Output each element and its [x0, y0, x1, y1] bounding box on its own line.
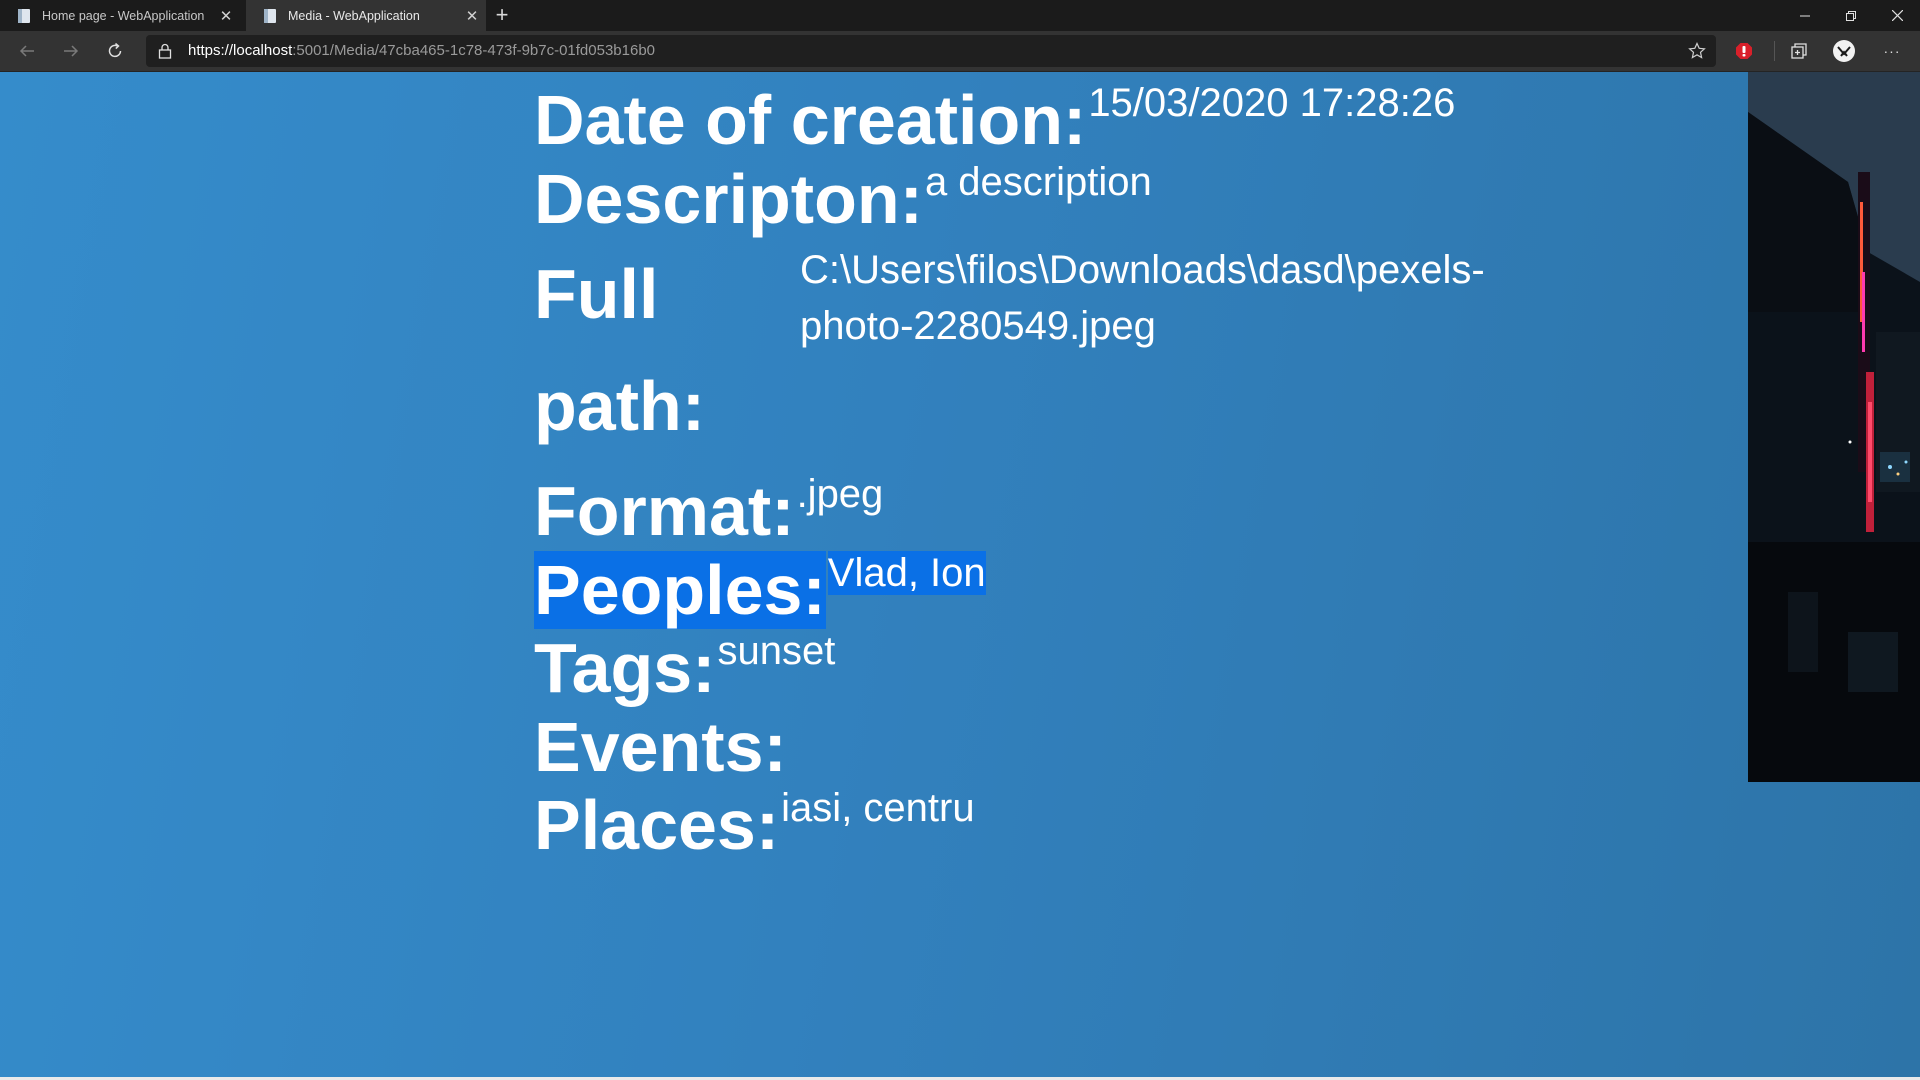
full-path-value: C:\Users\filos\Downloads\dasd\pexels-pho…: [800, 248, 1485, 348]
refresh-icon: [108, 42, 122, 58]
events-row: Events:: [534, 708, 789, 786]
format-label: Format:: [534, 472, 795, 550]
date-row: Date of creation:15/03/2020 17:28:26: [534, 81, 1455, 159]
star-icon[interactable]: [1688, 42, 1706, 60]
restore-icon[interactable]: [1828, 0, 1874, 31]
browser-toolbar: https://localhost:5001/Media/47cba465-1c…: [0, 31, 1920, 72]
media-image: [1748, 72, 1920, 782]
peoples-value: Vlad, Ion: [827, 551, 986, 595]
peoples-label: Peoples:: [534, 551, 826, 629]
tab-strip: Home page - WebApplication ✕ Media - Web…: [0, 0, 1920, 31]
tab-media[interactable]: Media - WebApplication ✕: [246, 0, 486, 31]
close-window-icon[interactable]: [1874, 0, 1920, 31]
minimize-icon[interactable]: [1782, 0, 1828, 31]
url-text[interactable]: https://localhost:5001/Media/47cba465-1c…: [188, 35, 655, 67]
events-label: Events:: [534, 708, 787, 786]
back-button[interactable]: [12, 36, 42, 66]
tags-value: sunset: [717, 629, 836, 673]
more-icon[interactable]: ···: [1880, 39, 1904, 63]
url-scheme: https://: [188, 42, 234, 59]
page-icon: [18, 8, 30, 23]
arrow-left-icon: [19, 45, 34, 57]
format-row: Format:.jpeg: [534, 472, 883, 550]
tags-row: Tags:sunset: [534, 629, 835, 707]
media-details-page: Date of creation:15/03/2020 17:28:26 Des…: [0, 72, 1920, 1080]
url-host: localhost: [233, 42, 293, 59]
collections-icon[interactable]: [1787, 39, 1811, 63]
url-path: :5001/Media/47cba465-1c78-473f-9b7c-01fd…: [292, 42, 656, 59]
close-tab-icon[interactable]: ✕: [458, 7, 486, 25]
tags-label: Tags:: [534, 629, 716, 707]
description-label: Descripton:: [534, 160, 923, 238]
places-row: Places:iasi, centru: [534, 786, 975, 864]
tab-title: Media - WebApplication: [288, 8, 420, 23]
format-value: .jpeg: [796, 472, 884, 516]
description-row: Descripton:a description: [534, 160, 1152, 238]
page-icon: [264, 8, 276, 23]
places-value: iasi, centru: [781, 786, 975, 830]
refresh-button[interactable]: [100, 36, 130, 66]
address-bar[interactable]: https://localhost:5001/Media/47cba465-1c…: [146, 35, 1716, 67]
new-tab-button[interactable]: +: [490, 0, 514, 31]
close-tab-icon[interactable]: ✕: [212, 7, 240, 25]
full-path-label: Full path:: [534, 255, 706, 445]
tab-title: Home page - WebApplication: [42, 8, 205, 23]
forward-button[interactable]: [56, 36, 86, 66]
avatar-icon[interactable]: [1832, 39, 1856, 63]
date-label: Date of creation:: [534, 81, 1087, 159]
tab-home-page[interactable]: Home page - WebApplication ✕: [0, 0, 240, 31]
lock-icon: [158, 43, 172, 59]
toolbar-divider: [1774, 41, 1775, 61]
adblock-extension-icon[interactable]: [1732, 39, 1756, 63]
description-value: a description: [924, 160, 1152, 204]
arrow-right-icon: [64, 45, 79, 57]
places-label: Places:: [534, 786, 780, 864]
date-value: 15/03/2020 17:28:26: [1088, 81, 1456, 125]
peoples-row: Peoples:Vlad, Ion: [534, 551, 986, 629]
sunset-city-photo: [1748, 72, 1920, 782]
